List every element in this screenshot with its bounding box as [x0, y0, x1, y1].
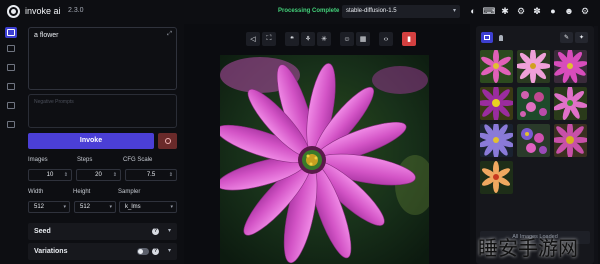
- image-toolbar: ◁ ⛶ ❝ ⚘ ✳ ☺ ▦ ‹› ▮: [246, 32, 416, 48]
- height-label: Height: [73, 189, 91, 195]
- palette-icon[interactable]: ✱: [500, 6, 510, 16]
- text-to-image-icon[interactable]: [5, 27, 17, 38]
- gallery-scrollbar[interactable]: [594, 26, 598, 264]
- variations-accordion[interactable]: Variations ? ▾: [28, 243, 177, 260]
- wrench-icon[interactable]: ✎: [560, 32, 573, 43]
- info-icon[interactable]: ?: [152, 248, 159, 255]
- quote-icon[interactable]: ❝: [285, 32, 299, 46]
- chevron-down-icon: ▾: [167, 228, 171, 234]
- generated-image[interactable]: [220, 55, 429, 264]
- asterisk-icon[interactable]: ✳: [317, 32, 331, 46]
- sampler-value: k_lms: [125, 204, 141, 210]
- sprout-icon[interactable]: ⚘: [301, 32, 315, 46]
- chevron-down-icon: ▾: [167, 248, 171, 254]
- app-header: invoke ai 2.3.0 Processing Complete stab…: [0, 0, 600, 24]
- images-value: 10: [46, 172, 54, 178]
- header-icons: ◐ ⌨ ✱ ⚙ ✽ ● ☻ ⚙: [468, 6, 590, 18]
- images-stepper[interactable]: 10 ⇕: [28, 169, 72, 181]
- gallery-thumbnail[interactable]: [480, 50, 513, 83]
- theme-icon[interactable]: ◐: [468, 6, 478, 16]
- expand-icon[interactable]: ⛶: [262, 32, 276, 46]
- width-value: 512: [34, 204, 45, 210]
- gallery-user-tab[interactable]: [495, 32, 507, 43]
- stepper-icon[interactable]: ⇕: [64, 170, 68, 180]
- steps-stepper[interactable]: 20 ⇕: [76, 169, 121, 181]
- chevron-down-icon: ▾: [63, 204, 66, 210]
- unified-canvas-icon[interactable]: [5, 62, 17, 73]
- stepper-icon[interactable]: ⇕: [169, 170, 173, 180]
- variations-accordion-label: Variations: [34, 248, 68, 255]
- sampler-label: Sampler: [118, 189, 141, 195]
- seed-accordion[interactable]: Seed ? ▾: [28, 223, 177, 240]
- discord-icon[interactable]: ☻: [564, 6, 574, 16]
- postprocessing-icon[interactable]: [5, 100, 17, 111]
- stepper-icon[interactable]: ⇕: [113, 170, 117, 180]
- chevron-down-icon: ▾: [452, 8, 456, 14]
- gallery-thumbnail[interactable]: [517, 50, 550, 83]
- training-icon[interactable]: [5, 119, 17, 130]
- face-icon[interactable]: ☺: [340, 32, 354, 46]
- grid-icon[interactable]: ▦: [356, 32, 370, 46]
- github-icon[interactable]: ●: [548, 6, 558, 16]
- gallery-thumbnail[interactable]: [480, 87, 513, 120]
- gallery-thumbnail[interactable]: [554, 50, 587, 83]
- chevron-down-icon: ▾: [109, 204, 112, 210]
- invoke-button[interactable]: Invoke: [28, 133, 154, 149]
- share-icon[interactable]: ◁: [246, 32, 260, 46]
- trash-icon[interactable]: ▮: [402, 32, 416, 46]
- gear-icon[interactable]: ⚙: [580, 6, 590, 16]
- gallery-thumbnail[interactable]: [554, 124, 587, 157]
- gallery-thumbnail[interactable]: [480, 161, 513, 194]
- cfg-scale-label: CFG Scale: [123, 157, 153, 163]
- width-select[interactable]: 512 ▾: [28, 201, 70, 213]
- code-icon[interactable]: ‹›: [379, 32, 393, 46]
- gallery-thumbnail[interactable]: [517, 124, 550, 157]
- height-select[interactable]: 512 ▾: [74, 201, 116, 213]
- gallery-panel: ✎ ✦ All Images Loaded: [476, 26, 594, 264]
- model-select-value: stable-diffusion-1.5: [346, 8, 397, 14]
- variations-toggle[interactable]: [137, 248, 149, 255]
- width-label: Width: [28, 189, 44, 195]
- nodes-icon[interactable]: [5, 81, 17, 92]
- app-version: 2.3.0: [68, 7, 84, 14]
- model-select[interactable]: stable-diffusion-1.5 ▾: [342, 5, 460, 18]
- images-label: Images: [28, 157, 48, 163]
- gallery-thumbnail[interactable]: [517, 87, 550, 120]
- gallery-images-tab[interactable]: [481, 32, 493, 43]
- cfg-scale-value: 7.5: [146, 172, 156, 178]
- sampler-select[interactable]: k_lms ▾: [119, 201, 177, 213]
- tool-rail: [0, 24, 20, 264]
- bug-icon[interactable]: ✽: [532, 6, 542, 16]
- image-to-image-icon[interactable]: [5, 43, 17, 54]
- app-name: invoke ai: [25, 6, 61, 16]
- status-text: Processing Complete: [278, 8, 340, 14]
- steps-value: 20: [95, 172, 102, 178]
- prompt-input[interactable]: a flower ⤢: [28, 27, 177, 90]
- prompt-value: a flower: [34, 32, 59, 39]
- chevron-down-icon: ▾: [170, 204, 173, 210]
- height-value: 512: [80, 204, 91, 210]
- expand-icon[interactable]: ⤢: [167, 31, 172, 38]
- settings-icon[interactable]: ⚙: [516, 6, 526, 16]
- watermark: 睡安手游网: [478, 236, 578, 260]
- gallery-thumbnail[interactable]: [480, 124, 513, 157]
- info-icon[interactable]: ?: [152, 228, 159, 235]
- keyboard-icon[interactable]: ⌨: [483, 6, 496, 16]
- cancel-button[interactable]: [158, 133, 177, 149]
- seed-accordion-label: Seed: [34, 228, 51, 235]
- cancel-icon: [164, 138, 171, 144]
- negative-prompt-placeholder: Negative Prompts: [34, 99, 74, 105]
- pin-icon[interactable]: ✦: [575, 32, 588, 43]
- invoke-logo-icon: [7, 5, 20, 18]
- negative-prompt-input[interactable]: Negative Prompts: [28, 94, 177, 128]
- steps-label: Steps: [77, 157, 93, 163]
- gallery-thumbnail[interactable]: [554, 87, 587, 120]
- cfg-scale-stepper[interactable]: 7.5 ⇕: [125, 169, 177, 181]
